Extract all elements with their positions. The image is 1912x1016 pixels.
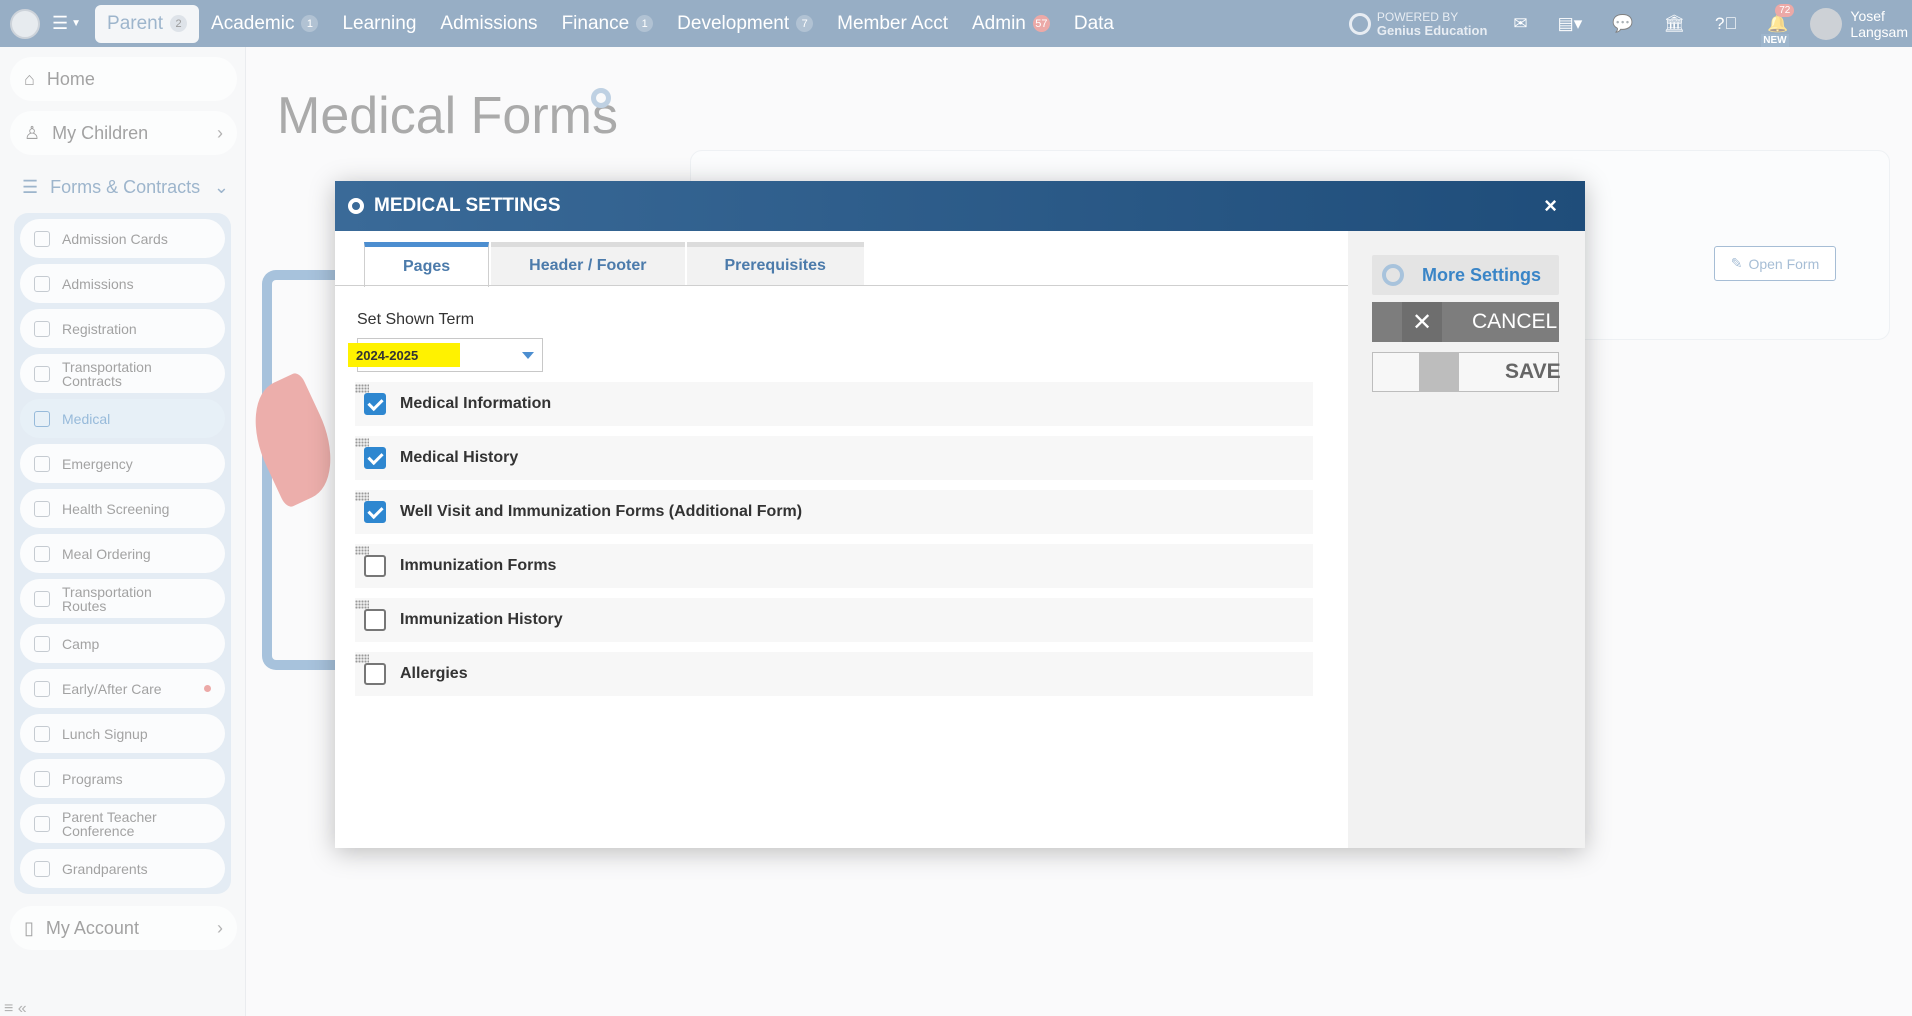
- more-settings-button[interactable]: More Settings: [1372, 255, 1559, 295]
- puzzle-gear-icon: [1382, 264, 1404, 286]
- gear-icon: [348, 198, 364, 214]
- page-label: Well Visit and Immunization Forms (Addit…: [400, 503, 803, 520]
- checkbox[interactable]: [364, 663, 386, 685]
- page-row-medical-history: Medical History: [355, 436, 1313, 480]
- close-button[interactable]: ×: [1544, 193, 1557, 219]
- page-row-well-visit: Well Visit and Immunization Forms (Addit…: [355, 490, 1313, 534]
- term-label: Set Shown Term: [357, 311, 475, 328]
- drag-handle-icon[interactable]: [355, 600, 369, 609]
- settings-tabs: Pages Header / Footer Prerequisites: [364, 242, 864, 287]
- more-settings-label: More Settings: [1422, 264, 1542, 285]
- close-icon: ✕: [1402, 302, 1442, 342]
- page-label: Allergies: [400, 665, 468, 682]
- checkbox[interactable]: [364, 501, 386, 523]
- tab-prerequisites[interactable]: Prerequisites: [686, 242, 864, 285]
- drag-handle-icon[interactable]: [355, 546, 369, 555]
- modal-title: MEDICAL SETTINGS: [374, 195, 561, 216]
- page-label: Immunization Forms: [400, 557, 557, 574]
- checkbox[interactable]: [364, 447, 386, 469]
- settings-main-pane: Pages Header / Footer Prerequisites Set …: [335, 231, 1348, 848]
- term-select[interactable]: 2024-2025: [348, 338, 543, 372]
- term-selected-value: 2024-2025: [348, 343, 460, 367]
- page-label: Medical Information: [400, 395, 552, 412]
- cancel-button[interactable]: ✕ CANCEL: [1372, 302, 1559, 342]
- page-row-allergies: Allergies: [355, 652, 1313, 696]
- page-label: Immunization History: [400, 611, 563, 628]
- tab-header-footer[interactable]: Header / Footer: [491, 242, 685, 285]
- page-row-immunization-history: Immunization History: [355, 598, 1313, 642]
- checkbox[interactable]: [364, 393, 386, 415]
- page-row-medical-information: Medical Information: [355, 382, 1313, 426]
- save-button[interactable]: SAVE: [1372, 352, 1561, 392]
- save-icon: [1419, 353, 1459, 391]
- page-list: Medical Information Medical History Well…: [355, 382, 1313, 706]
- page-row-immunization-forms: Immunization Forms: [355, 544, 1313, 588]
- drag-handle-icon[interactable]: [355, 492, 369, 501]
- tab-divider: [335, 285, 1348, 286]
- cancel-label: CANCEL: [1472, 310, 1558, 333]
- caret-down-icon: [522, 351, 534, 359]
- tab-pages[interactable]: Pages: [364, 242, 490, 287]
- settings-actions-pane: More Settings ✕ CANCEL SAVE: [1348, 231, 1585, 848]
- page-label: Medical History: [400, 449, 519, 466]
- modal-body: Pages Header / Footer Prerequisites Set …: [335, 231, 1585, 848]
- drag-handle-icon[interactable]: [355, 654, 369, 663]
- medical-settings-modal: MEDICAL SETTINGS × Pages Header / Footer…: [335, 181, 1585, 848]
- save-label: SAVE: [1505, 360, 1561, 383]
- drag-handle-icon[interactable]: [355, 438, 369, 447]
- checkbox[interactable]: [364, 609, 386, 631]
- modal-header: MEDICAL SETTINGS ×: [335, 181, 1585, 231]
- checkbox[interactable]: [364, 555, 386, 577]
- drag-handle-icon[interactable]: [355, 384, 369, 393]
